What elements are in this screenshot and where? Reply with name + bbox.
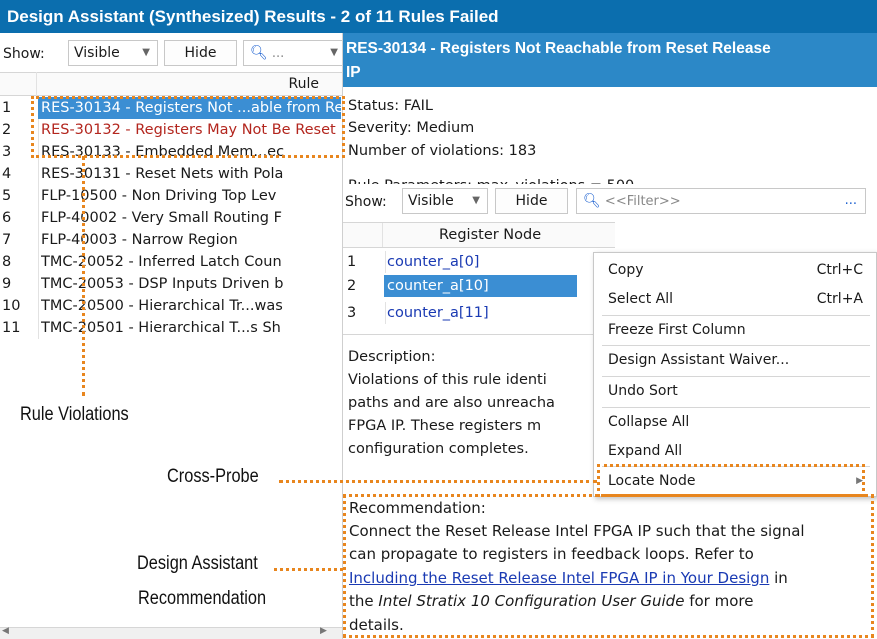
description-line: Violations of this rule identi [348, 372, 547, 388]
filter-options-ellipsis[interactable]: ... [845, 189, 857, 213]
rule-row-6[interactable]: 6 FLP-40002 - Very Small Routing F [0, 207, 343, 229]
horizontal-scrollbar[interactable]: ◀ ▶ [0, 626, 343, 639]
menu-item-freeze-first-column[interactable]: Freeze First Column [608, 315, 863, 345]
rule-row-4[interactable]: 4 RES-30131 - Reset Nets with Pola [0, 163, 343, 185]
chevron-down-icon: ▼ [142, 47, 150, 58]
menu-item-copy[interactable]: Copy Ctrl+C [608, 255, 863, 285]
register-table-header: Register Node [343, 222, 615, 248]
rule-violations-leader [82, 156, 85, 396]
register-filter-input[interactable]: 🔍︎ <<Filter>> ... [576, 188, 866, 214]
register-show-dropdown-value: Visible [408, 193, 454, 209]
recommendation-leader [274, 568, 343, 571]
description-line: FPGA IP. These registers m [348, 418, 542, 434]
rule-filter-input[interactable]: 🔍︎ ... ▼ [243, 40, 343, 66]
menu-item-undo-sort[interactable]: Undo Sort [608, 376, 863, 406]
show-label: Show: [345, 194, 387, 210]
design-assistant-annotation: Design Assistant [137, 553, 258, 574]
rule-row-5[interactable]: 5 FLP-10500 - Non Driving Top Lev [0, 185, 343, 207]
search-icon: 🔍︎ [583, 193, 601, 209]
show-label: Show: [3, 46, 45, 62]
chevron-right-icon[interactable]: ▶ [320, 626, 327, 636]
context-menu: Copy Ctrl+C Select All Ctrl+A Freeze First… [593, 252, 877, 497]
cross-probe-annotation: Cross-Probe [167, 466, 259, 487]
rule-violations-annotation: Rule Violations [20, 404, 129, 425]
menu-item-design-assistant-waiver[interactable]: Design Assistant Waiver... [608, 345, 863, 375]
violation-count: Number of violations: 183 [348, 143, 537, 159]
cross-probe-highlight [597, 464, 865, 497]
rule-parameters: Rule Parameters: max_violations = 500 [348, 175, 634, 184]
register-node-column-header[interactable]: Register Node [439, 223, 541, 247]
recommendation-highlight [343, 494, 874, 638]
rule-parameters-clip: Rule Parameters: max_violations = 500 [343, 162, 877, 184]
description-heading: Description: [348, 349, 436, 365]
row-number-header [343, 223, 383, 247]
menu-item-expand-all[interactable]: Expand All [608, 436, 863, 466]
rule-status: Status: FAIL [348, 98, 433, 114]
description-line: configuration completes. [348, 441, 529, 457]
rule-row-11[interactable]: 11 TMC-20501 - Hierarchical T...s Sh [0, 317, 343, 339]
rule-detail-title: RES-30134 - Registers Not Reachable from… [343, 33, 877, 87]
register-show-dropdown[interactable]: Visible ▼ [402, 188, 488, 214]
row-number-header [0, 72, 37, 96]
show-dropdown-value: Visible [74, 45, 120, 61]
rule-column-header[interactable]: Rule [40, 72, 323, 96]
rule-severity: Severity: Medium [348, 120, 475, 136]
search-icon: 🔍︎ [250, 45, 268, 61]
register-row-2[interactable]: 2 counter_a[10] [343, 275, 615, 297]
cross-probe-leader [279, 480, 597, 483]
register-hide-button[interactable]: Hide [495, 188, 568, 214]
show-dropdown[interactable]: Visible ▼ [68, 40, 158, 66]
rule-row-9[interactable]: 9 TMC-20053 - DSP Inputs Driven b [0, 273, 343, 295]
chevron-left-icon[interactable]: ◀ [2, 626, 9, 636]
register-row-3[interactable]: 3 counter_a[11] [343, 302, 615, 324]
rule-violations-highlight [31, 96, 345, 158]
chevron-down-icon: ▼ [472, 195, 480, 206]
recommendation-annotation: Recommendation [138, 588, 267, 609]
rule-row-8[interactable]: 8 TMC-20052 - Inferred Latch Coun [0, 251, 343, 273]
rule-row-7[interactable]: 7 FLP-40003 - Narrow Region [0, 229, 343, 251]
menu-item-collapse-all[interactable]: Collapse All [608, 407, 863, 437]
register-row-1[interactable]: 1 counter_a[0] [343, 251, 615, 273]
chevron-down-icon: ▼ [330, 47, 338, 58]
menu-item-select-all[interactable]: Select All Ctrl+A [608, 284, 863, 314]
rule-row-10[interactable]: 10 TMC-20500 - Hierarchical Tr...was [0, 295, 343, 317]
window-title: Design Assistant (Synthesized) Results -… [0, 0, 877, 33]
hide-button[interactable]: Hide [164, 40, 237, 66]
description-line: paths and are also unreacha [348, 395, 555, 411]
